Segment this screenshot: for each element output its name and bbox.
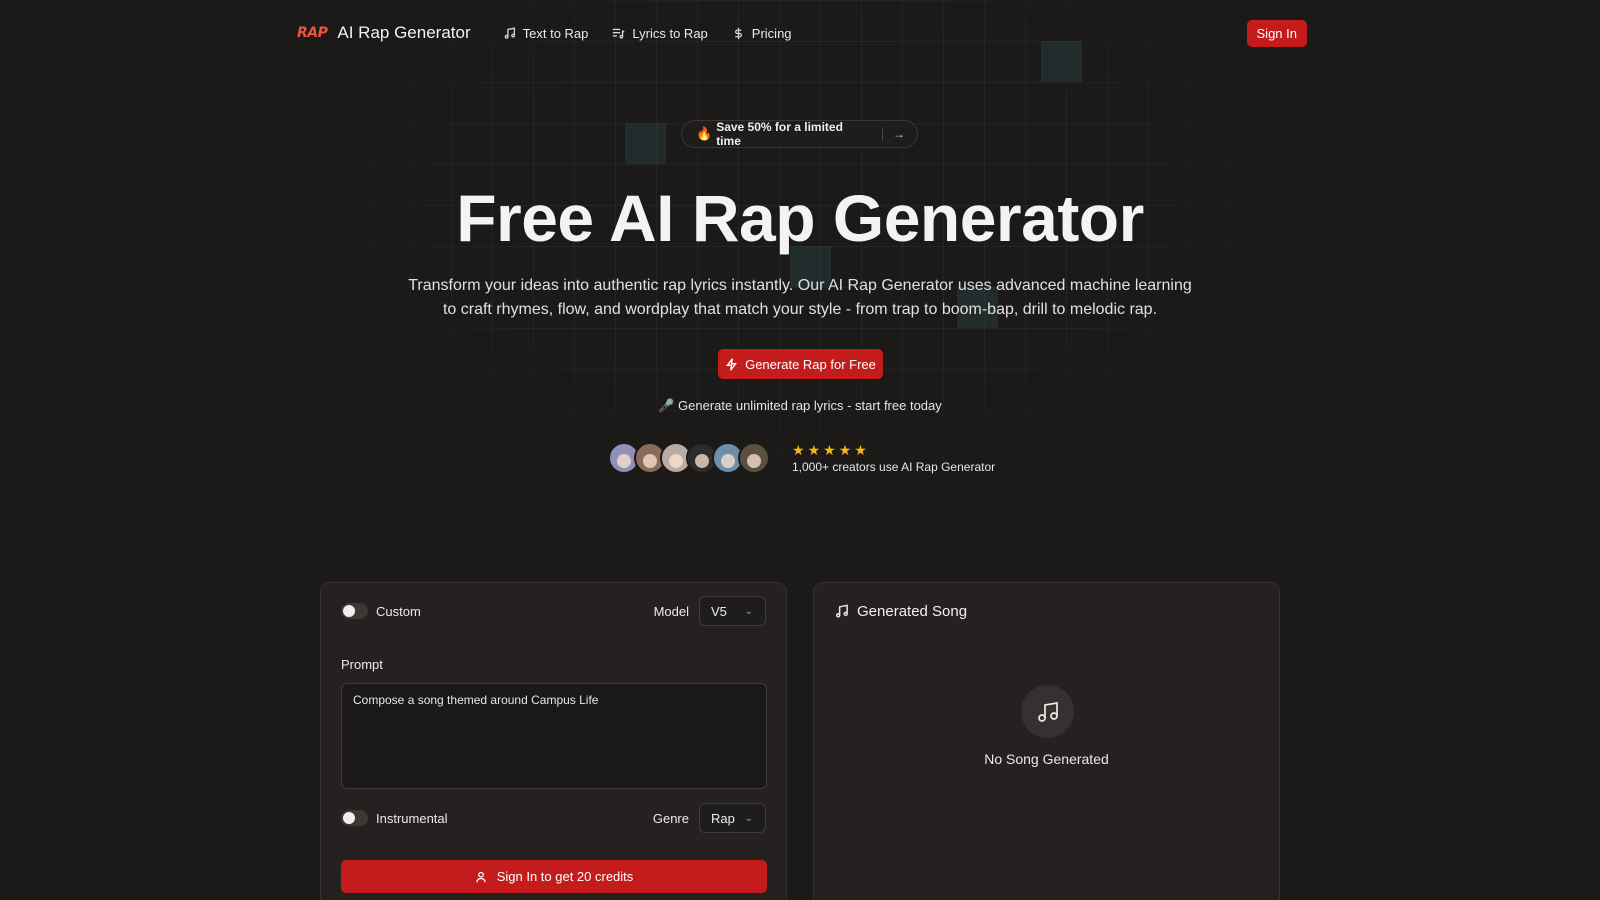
creators-count-text: 1,000+ creators use AI Rap Generator: [792, 459, 996, 474]
promo-divider: [882, 127, 883, 141]
music-note-icon: [1037, 701, 1058, 722]
prompt-input[interactable]: [341, 683, 767, 789]
music-note-icon: [835, 604, 848, 618]
genre-label: Genre: [652, 810, 689, 826]
avatar-group: [608, 442, 770, 474]
hero-tagline: 🎤 Generate unlimited rap lyrics - start …: [658, 398, 942, 413]
avatar: [738, 442, 770, 474]
grid-highlight-cell: [1041, 41, 1082, 82]
hero-title: Free AI Rap Generator: [456, 181, 1144, 255]
star-icon: ★: [792, 441, 805, 458]
nav-link-text-to-rap[interactable]: Text to Rap: [503, 25, 589, 41]
empty-state-text: No Song Generated: [984, 751, 1109, 767]
star-icon: ★: [807, 441, 821, 458]
zap-icon: [726, 357, 738, 371]
user-icon: [475, 871, 486, 882]
sign-in-credits-label: Sign In to get 20 credits: [496, 869, 634, 884]
star-rating: ★ ★ ★ ★ ★: [792, 443, 995, 457]
generated-song-title: Generated Song: [857, 603, 968, 620]
music-note-icon: [504, 26, 515, 39]
nav-link-label: Pricing: [751, 25, 792, 41]
grid-highlight-cell: [625, 123, 666, 164]
chevron-down-icon: ⌄: [744, 605, 753, 617]
sign-in-button[interactable]: Sign In: [1246, 19, 1307, 47]
fire-icon: 🔥: [696, 126, 713, 141]
generate-rap-button[interactable]: Generate Rap for Free: [718, 349, 883, 379]
nav-link-label: Text to Rap: [522, 25, 589, 41]
nav-link-label: Lyrics to Rap: [632, 25, 708, 41]
model-label: Model: [653, 603, 689, 619]
instrumental-label: Instrumental: [376, 810, 448, 826]
rating: ★ ★ ★ ★ ★ 1,000+ creators use AI Rap Gen…: [792, 443, 995, 474]
hero-subtitle: Transform your ideas into authentic rap …: [408, 277, 1192, 318]
dollar-icon: [734, 27, 742, 39]
genre-select[interactable]: Rap ⌄: [699, 803, 766, 833]
instrumental-toggle[interactable]: [341, 810, 368, 826]
empty-state-music-icon: [1021, 685, 1074, 738]
social-proof: ★ ★ ★ ★ ★ 1,000+ creators use AI Rap Gen…: [608, 442, 995, 474]
top-navigation: RAP AI Rap Generator Text to Rap Lyrics …: [297, 19, 1307, 47]
instrumental-genre-row: Instrumental Genre Rap ⌄: [341, 803, 766, 833]
star-icon: ★: [823, 441, 836, 458]
genre-value: Rap: [711, 810, 735, 826]
generated-song-header: Generated Song: [834, 603, 967, 620]
brand[interactable]: RAP AI Rap Generator: [297, 23, 471, 43]
sign-in-credits-button[interactable]: Sign In to get 20 credits: [341, 860, 767, 893]
promo-banner[interactable]: 🔥 Save 50% for a limited time →: [681, 120, 918, 148]
brand-name: AI Rap Generator: [337, 23, 471, 42]
nav-link-lyrics-to-rap[interactable]: Lyrics to Rap: [612, 25, 708, 41]
chevron-down-icon: ⌄: [744, 812, 753, 824]
arrow-right-icon: →: [893, 127, 905, 141]
custom-label: Custom: [376, 603, 421, 619]
promo-text: Save 50% for a limited time: [716, 120, 843, 148]
generate-rap-label: Generate Rap for Free: [745, 356, 876, 372]
generated-song-panel: Generated Song No Song Generated: [813, 582, 1280, 900]
custom-toggle[interactable]: [341, 603, 368, 619]
list-music-icon: [613, 28, 625, 39]
rap-logo: RAP: [297, 25, 328, 41]
nav-link-pricing[interactable]: Pricing: [732, 26, 792, 41]
model-select[interactable]: V5 ⌄: [699, 596, 766, 626]
star-icon: ★: [854, 441, 867, 458]
prompt-label: Prompt: [341, 657, 383, 672]
star-icon: ★: [838, 441, 852, 458]
generator-form-panel: Custom Model V5 ⌄ Prompt Instrumental Ge…: [320, 582, 787, 900]
nav-links: Text to Rap Lyrics to Rap Pricing: [503, 26, 792, 41]
custom-model-row: Custom Model V5 ⌄: [341, 596, 766, 626]
model-value: V5: [711, 603, 727, 619]
